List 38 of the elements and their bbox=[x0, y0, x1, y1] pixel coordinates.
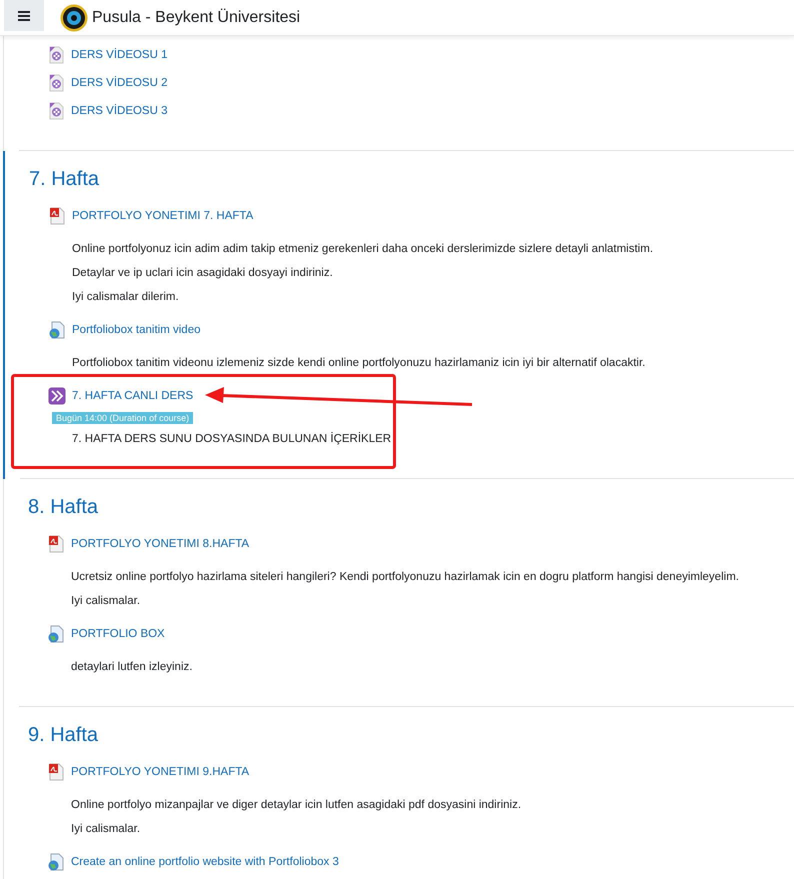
activity-link[interactable]: Portfoliobox tanitim video bbox=[72, 324, 200, 336]
date-badge: Bugün 14:00 (Duration of course) bbox=[52, 412, 194, 424]
pdf-file-icon bbox=[48, 207, 66, 225]
activity-link[interactable]: PORTFOLIO BOX bbox=[71, 628, 165, 640]
activity-description: Iyi calismalar. bbox=[71, 594, 140, 609]
activity-link[interactable]: PORTFOLYO YONETIMI 9.HAFTA bbox=[71, 766, 250, 778]
activity-description: Ucretsiz online portfolyo hazirlama siteleri hangileri? Kendi portfolyonuzu hazirlamak icin en dogru platform hangisi deneyimleyelim. bbox=[71, 570, 739, 585]
pdf-file-icon bbox=[47, 535, 65, 553]
section-title: 9. Hafta bbox=[28, 723, 100, 748]
menu-button[interactable] bbox=[4, 0, 44, 31]
globe-file-icon bbox=[47, 625, 65, 643]
activity-link[interactable]: DERS VİDEOSU 2 bbox=[71, 77, 168, 89]
activity-link[interactable]: DERS VİDEOSU 3 bbox=[71, 105, 168, 117]
activity-description: Detaylar ve ip uclari icin asagidaki dosyayi indiriniz. bbox=[72, 266, 333, 281]
site-title[interactable]: Pusula - Beykent Üniversitesi bbox=[92, 8, 300, 26]
activity-description: Iyi calismalar. bbox=[71, 822, 140, 837]
globe-file-icon bbox=[47, 853, 65, 871]
activity-link[interactable]: PORTFOLYO YONETIMI 8.HAFTA bbox=[71, 538, 250, 550]
film-file-icon bbox=[47, 46, 65, 64]
activity-description: detaylari lutfen izleyiniz. bbox=[71, 660, 192, 675]
logo-icon bbox=[60, 4, 88, 32]
activity-description: Portfoliobox tanitim videonu izlemeniz sizde kendi online portfolyonuzu hazirlamaniz icin iyi bir alternatif olacaktir. bbox=[72, 356, 646, 371]
activity-description: Iyi calismalar dilerim. bbox=[72, 290, 179, 305]
activity-description: Online portfolyonuz icin adim adim takip etmeniz gerekenleri daha onceki derslerimizde sizlere detayli anlatmistim. bbox=[72, 242, 654, 257]
film-file-icon bbox=[47, 102, 65, 120]
chevron-icon bbox=[48, 387, 66, 405]
activity-link[interactable]: Create an online portfolio website with Portfoliobox 3 bbox=[71, 856, 339, 868]
film-file-icon bbox=[47, 74, 65, 92]
activity-description: 7. HAFTA DERS SUNU DOSYASINDA BULUNAN İÇERİKLER bbox=[72, 431, 392, 447]
pdf-file-icon bbox=[47, 763, 65, 781]
globe-file-icon bbox=[48, 321, 66, 339]
activity-description: Online portfolyo mizanpajlar ve diger detaylar icin lutfen asagidaki pdf dosyasini indiriniz. bbox=[71, 798, 522, 813]
menu-icon bbox=[18, 10, 30, 20]
section-title: 8. Hafta bbox=[28, 495, 100, 520]
activity-link[interactable]: PORTFOLYO YONETIMI 7. HAFTA bbox=[72, 210, 254, 222]
section-title: 7. Hafta bbox=[29, 167, 100, 192]
activity-link[interactable]: DERS VİDEOSU 1 bbox=[71, 49, 168, 61]
activity-link[interactable]: 7. HAFTA CANLI DERS bbox=[72, 390, 194, 402]
